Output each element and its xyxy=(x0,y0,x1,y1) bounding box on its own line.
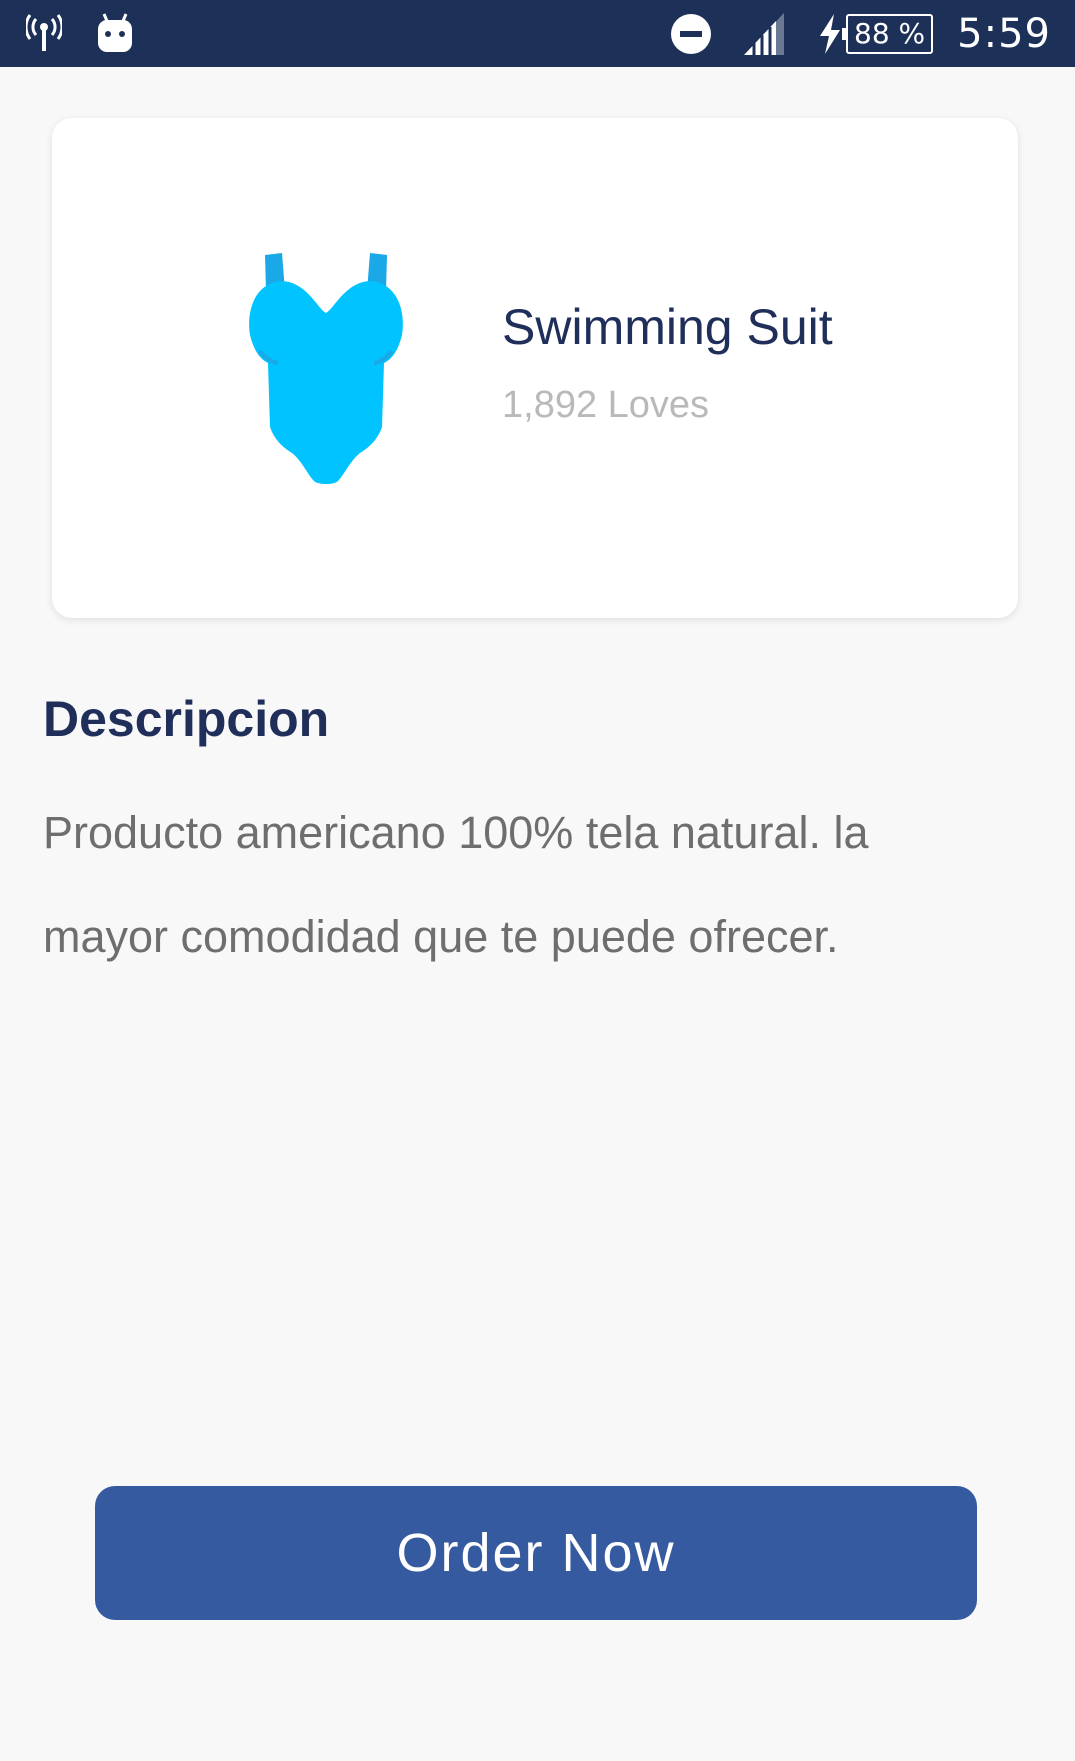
status-bar: 88 % 5:59 xyxy=(0,0,1075,67)
charging-bolt-icon xyxy=(816,13,844,54)
android-icon xyxy=(96,12,134,54)
description-heading: Descripcion xyxy=(43,691,330,747)
status-bar-right: 88 % 5:59 xyxy=(670,0,1051,67)
swimsuit-icon xyxy=(246,251,406,485)
clock: 5:59 xyxy=(957,10,1051,57)
description-text: Producto americano 100% tela natural. la… xyxy=(43,807,869,962)
battery-indicator: 88 % xyxy=(842,13,934,54)
cell-signal-icon xyxy=(740,12,786,55)
status-bar-left xyxy=(26,8,134,58)
product-card[interactable]: Swimming Suit 1,892 Loves xyxy=(52,118,1018,618)
product-title: Swimming Suit xyxy=(502,299,833,355)
do-not-disturb-icon xyxy=(670,13,712,55)
wifi-hotspot-icon xyxy=(26,13,62,53)
loves-count: 1,892 Loves xyxy=(502,384,710,426)
order-now-button[interactable]: Order Now xyxy=(95,1486,977,1620)
